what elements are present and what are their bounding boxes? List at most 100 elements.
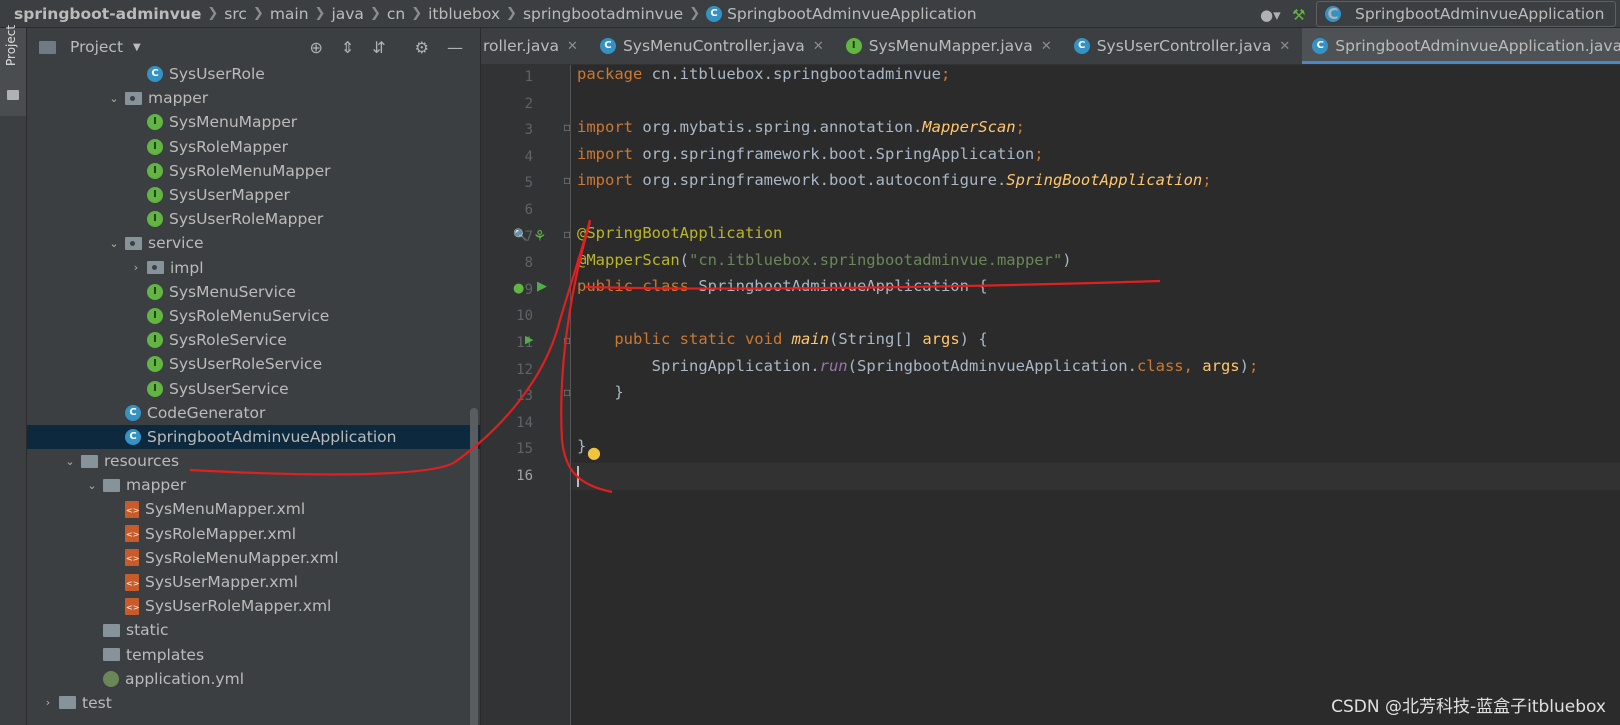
breadcrumb-itbluebox[interactable]: itbluebox bbox=[428, 5, 500, 23]
fold-icon[interactable]: ▫ bbox=[563, 120, 571, 134]
breadcrumb-class[interactable]: SpringbootAdminvueApplication bbox=[727, 5, 976, 23]
tree-item[interactable]: I SysUserMapper bbox=[27, 183, 480, 207]
tree-item-label: service bbox=[148, 234, 204, 253]
class-name: SpringbootAdminvueApplication bbox=[856, 357, 1128, 375]
run-icon[interactable]: ▶ bbox=[525, 333, 533, 346]
tree-item[interactable]: ⌄ resources bbox=[27, 449, 480, 473]
chevron-down-icon[interactable]: ⌄ bbox=[63, 455, 77, 468]
line-number[interactable]: 2 bbox=[481, 96, 533, 112]
collapse-all-icon[interactable]: ⇵ bbox=[372, 38, 385, 57]
tree-item[interactable]: SysMenuMapper.xml bbox=[27, 497, 480, 521]
tree-item[interactable]: I SysUserRoleMapper bbox=[27, 207, 480, 231]
tree-item[interactable]: ⌄ service bbox=[27, 231, 480, 255]
chevron-down-icon[interactable]: ⌄ bbox=[107, 237, 121, 250]
line-number[interactable]: 16 bbox=[481, 468, 533, 484]
navbar-actions: ●▾ ⚒ C SpringbootAdminvueApplication bbox=[1252, 0, 1620, 28]
line-number[interactable]: 9 bbox=[481, 282, 533, 298]
tree-item[interactable]: SysUserMapper.xml bbox=[27, 570, 480, 594]
xml-file-icon bbox=[125, 597, 139, 615]
line-number[interactable]: 8 bbox=[481, 255, 533, 271]
user-icon[interactable]: ●▾ bbox=[1260, 6, 1281, 24]
editor-tab[interactable]: roller.java ✕ bbox=[481, 28, 590, 64]
hammer-icon[interactable]: ⚒ bbox=[1292, 6, 1308, 24]
line-number[interactable]: 12 bbox=[481, 362, 533, 378]
breadcrumb-java[interactable]: java bbox=[331, 5, 363, 23]
close-icon[interactable]: ✕ bbox=[567, 39, 578, 54]
line-number[interactable]: 15 bbox=[481, 441, 533, 457]
tree-item-label: mapper bbox=[126, 476, 187, 495]
tree-item[interactable]: › impl bbox=[27, 256, 480, 280]
chevron-right-icon[interactable]: › bbox=[129, 261, 143, 274]
tree-item[interactable]: C SpringbootAdminvueApplication bbox=[27, 424, 480, 449]
editor-tab[interactable]: I SysMenuMapper.java ✕ bbox=[836, 28, 1064, 64]
line-number[interactable]: 10 bbox=[481, 308, 533, 324]
line-number[interactable]: 3 bbox=[481, 122, 533, 138]
chevron-right-icon[interactable]: › bbox=[41, 696, 55, 709]
project-panel-title[interactable]: Project bbox=[70, 38, 123, 56]
tree-item[interactable]: static bbox=[27, 618, 480, 642]
line-number[interactable]: 13 bbox=[481, 388, 533, 404]
tree-item[interactable]: SysRoleMenuMapper.xml bbox=[27, 546, 480, 570]
tree-item[interactable]: I SysUserService bbox=[27, 376, 480, 400]
fold-icon[interactable]: ▫ bbox=[563, 333, 571, 347]
chevron-down-icon[interactable]: ⌄ bbox=[85, 479, 99, 492]
chevron-down-icon[interactable]: ⌄ bbox=[107, 92, 121, 105]
gear-icon[interactable]: ⚙ bbox=[415, 38, 429, 57]
line-number[interactable]: 4 bbox=[481, 149, 533, 165]
tree-item[interactable]: I SysRoleService bbox=[27, 328, 480, 352]
editor-tab[interactable]: CSpringbootAdminvueApplication.java✕ bbox=[1302, 28, 1620, 64]
package-name: cn.itbluebox.springbootadminvue bbox=[642, 65, 941, 83]
breadcrumb-package[interactable]: springbootadminvue bbox=[523, 5, 683, 23]
fold-icon[interactable]: ▫ bbox=[563, 385, 571, 399]
tree-item[interactable]: I SysRoleMenuMapper bbox=[27, 159, 480, 183]
line-number[interactable]: 1 bbox=[481, 69, 533, 85]
tree-item[interactable]: I SysUserRoleService bbox=[27, 352, 480, 376]
tree-item[interactable]: › test bbox=[27, 691, 480, 715]
spring-class-icon: C bbox=[1312, 38, 1329, 54]
magnifier-bean-icon[interactable]: 🔍 bbox=[513, 228, 528, 242]
breadcrumb-cn[interactable]: cn bbox=[387, 5, 405, 23]
run-icon[interactable]: ▶ bbox=[537, 279, 547, 294]
editor-tab[interactable]: C SysMenuController.java ✕ bbox=[590, 28, 836, 64]
tool-window-strip: Project bbox=[0, 25, 27, 725]
fold-icon[interactable]: ▫ bbox=[563, 227, 571, 241]
tree-scrollbar[interactable] bbox=[470, 408, 478, 725]
tree-item[interactable]: SysUserRoleMapper.xml bbox=[27, 594, 480, 618]
tree-item[interactable]: templates bbox=[27, 643, 480, 667]
tree-item[interactable]: I SysMenuMapper bbox=[27, 110, 480, 134]
class-name: SpringApplication bbox=[651, 357, 811, 375]
tree-item[interactable]: I SysRoleMapper bbox=[27, 135, 480, 159]
tree-item[interactable]: application.yml bbox=[27, 667, 480, 691]
lightbulb-icon[interactable]: ● bbox=[587, 443, 601, 462]
editor-tab[interactable]: C SysUserController.java ✕ bbox=[1064, 28, 1303, 64]
chevron-down-icon[interactable]: ▼ bbox=[133, 42, 141, 53]
folder-icon bbox=[7, 90, 19, 100]
project-tool-tab[interactable]: Project bbox=[0, 25, 26, 116]
tree-item[interactable]: SysRoleMapper.xml bbox=[27, 522, 480, 546]
locate-icon[interactable]: ⊕ bbox=[309, 38, 322, 57]
close-icon[interactable]: ✕ bbox=[813, 39, 824, 54]
tree-item[interactable]: ⌄ mapper bbox=[27, 473, 480, 497]
run-debug-icon[interactable]: ● bbox=[513, 281, 524, 296]
expand-all-icon[interactable]: ⇕ bbox=[341, 38, 354, 57]
line-number[interactable]: 14 bbox=[481, 415, 533, 431]
minimize-icon[interactable]: — bbox=[447, 38, 463, 57]
project-view-icon bbox=[39, 40, 56, 54]
tree-item[interactable]: C CodeGenerator bbox=[27, 401, 480, 425]
tree-item[interactable]: I SysMenuService bbox=[27, 280, 480, 304]
code-editor[interactable]: 1 2 3 4 5 6 7 8 9 10 11 12 13 14 15 16 🔍 ⚘ ● ▶ ▶ ▫ ▫ ▫ ▫ ▫ packag… bbox=[481, 65, 1620, 725]
fold-icon[interactable]: ▫ bbox=[563, 173, 571, 187]
breadcrumb-project[interactable]: springboot-adminvue bbox=[14, 5, 201, 23]
line-number[interactable]: 5 bbox=[481, 175, 533, 191]
tree-item[interactable]: I SysRoleMenuService bbox=[27, 304, 480, 328]
tree-item[interactable]: C SysUserRole bbox=[27, 62, 480, 86]
line-number[interactable]: 6 bbox=[481, 202, 533, 218]
run-configuration-selector[interactable]: C SpringbootAdminvueApplication bbox=[1316, 1, 1616, 27]
chevron-right-icon: ❯ bbox=[689, 6, 701, 21]
spring-bean-icon[interactable]: ⚘ bbox=[533, 227, 546, 245]
close-icon[interactable]: ✕ bbox=[1041, 39, 1052, 54]
breadcrumb-main[interactable]: main bbox=[270, 5, 309, 23]
breadcrumb-src[interactable]: src bbox=[224, 5, 247, 23]
close-icon[interactable]: ✕ bbox=[1279, 39, 1290, 54]
tree-item[interactable]: ⌄ mapper bbox=[27, 86, 480, 110]
